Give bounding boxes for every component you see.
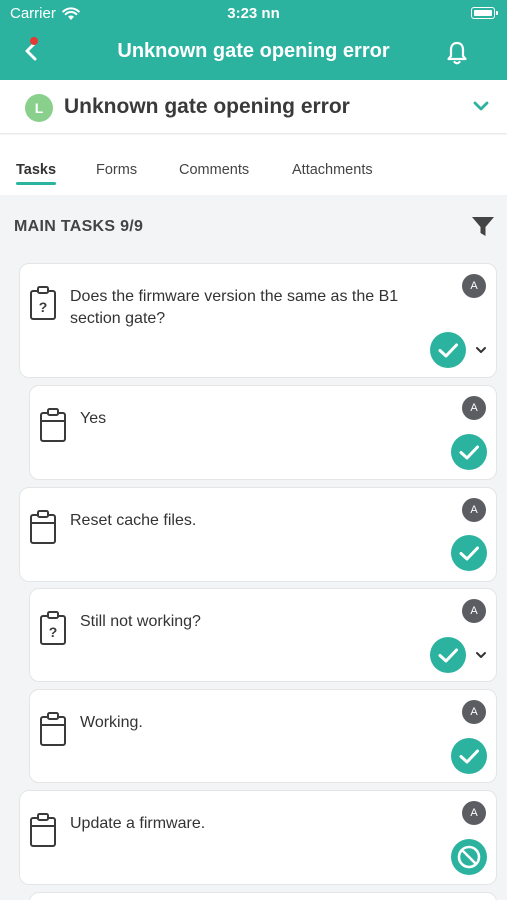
assignee-badge: A [462,801,486,825]
tab-tasks[interactable]: Tasks [16,162,57,185]
tab-attachments[interactable]: Attachments [292,162,373,178]
task-text: Update a firmware. [70,815,206,832]
blocked-icon [457,845,481,869]
check-icon [459,546,479,561]
task-card[interactable]: ? Still not working? A [29,588,497,682]
clipboard-icon [40,712,66,746]
notifications-button[interactable] [445,40,469,66]
assignee-badge: A [462,396,486,420]
check-icon [438,343,458,358]
check-icon [438,648,458,663]
task-card[interactable]: Reset cache files. A [19,487,497,582]
clock: 3:23 nn [227,5,280,22]
task-card[interactable] [29,892,497,900]
tab-comments[interactable]: Comments [179,162,249,178]
check-icon [459,445,479,460]
task-text: Does the firmware version the same as th… [70,288,399,327]
assignee-badge: A [462,599,486,623]
status-bar: Carrier 3:23 nn [0,0,507,28]
nav-title: Unknown gate opening error [117,40,390,62]
task-complete-toggle[interactable] [430,637,466,673]
top-bar: Carrier 3:23 nn Unknown gate opening err… [0,0,507,80]
task-complete-toggle[interactable] [430,332,466,368]
check-icon [459,749,479,764]
task-card[interactable]: Working. A [29,689,497,783]
question-clipboard-icon: ? [30,286,56,320]
avatar: L [25,94,53,122]
task-text: Working. [80,714,143,731]
filter-icon[interactable] [471,214,495,238]
tab-forms[interactable]: Forms [96,162,137,178]
task-card[interactable]: ? Does the firmware version the same as … [19,263,497,378]
question-clipboard-icon: ? [40,611,66,645]
task-text: Reset cache files. [70,512,197,529]
chevron-down-icon[interactable] [473,342,489,358]
task-text: Yes [80,410,107,427]
clipboard-icon [40,408,66,442]
task-text: Still not working? [80,613,201,630]
back-button[interactable] [18,36,48,66]
clipboard-icon [30,813,56,847]
svg-text:?: ? [39,299,48,315]
task-blocked-toggle[interactable] [451,839,487,875]
tab-bar: Tasks Forms Comments Attachments [0,135,507,195]
task-complete-toggle[interactable] [451,738,487,774]
assignee-badge: A [462,274,486,298]
svg-text:?: ? [49,624,58,640]
battery-icon [471,7,498,19]
task-card[interactable]: Yes A [29,385,497,480]
task-card[interactable]: Update a firmware. A [19,790,497,885]
section-title: MAIN TASKS 9/9 [14,218,144,235]
task-complete-toggle[interactable] [451,434,487,470]
notification-dot [30,37,38,45]
chevron-down-icon[interactable] [471,96,491,116]
page-title: Unknown gate opening error [64,95,350,118]
assignee-badge: A [462,700,486,724]
assignee-badge: A [462,498,486,522]
bell-icon [447,41,467,65]
ticket-header[interactable]: L Unknown gate opening error [0,80,507,134]
clipboard-icon [30,510,56,544]
task-complete-toggle[interactable] [451,535,487,571]
chevron-down-icon[interactable] [473,647,489,663]
